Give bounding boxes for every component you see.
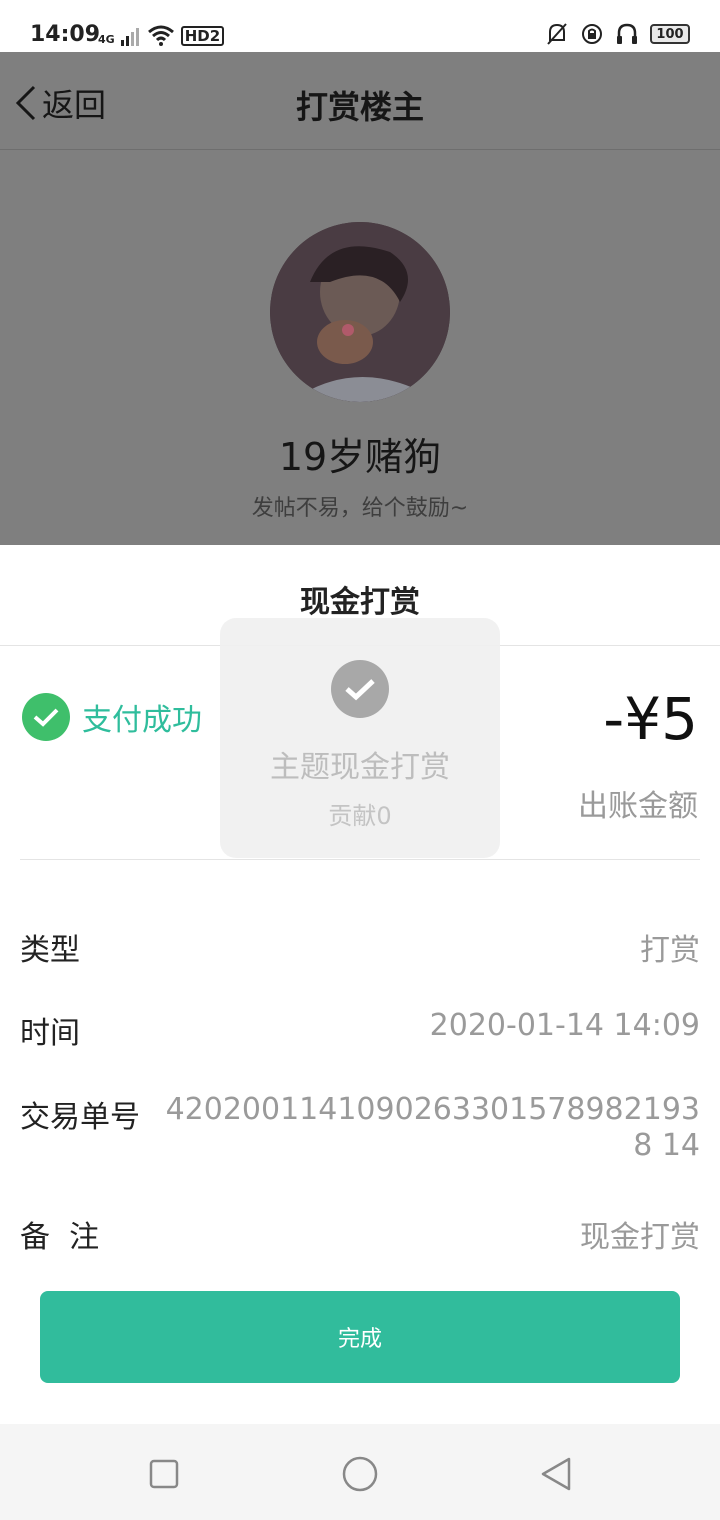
detail-row-remark: 备 注 现金打赏 [20, 1212, 700, 1256]
check-circle-icon [331, 660, 389, 718]
signal-icon [120, 28, 139, 46]
wifi-icon [147, 25, 174, 46]
detail-row-order-number: 交易单号 42020011410902633015789821938 14 [20, 1092, 700, 1164]
detail-row-time: 时间 2020-01-14 14:09 [20, 1008, 700, 1052]
check-circle-icon [22, 693, 70, 741]
row-label: 时间 [20, 1016, 80, 1051]
network-type: 4G [98, 33, 115, 46]
recent-apps-button[interactable] [144, 1454, 184, 1494]
done-button[interactable]: 完成 [40, 1291, 680, 1383]
toast: 主题现金打赏 贡献0 [220, 618, 500, 858]
row-label: 类型 [20, 933, 80, 968]
top-nav-bar: 返回 打赏楼主 [0, 52, 720, 150]
row-value[interactable]: 42020011410902633015789821938 14 [160, 1092, 700, 1164]
back-nav-button[interactable] [536, 1454, 576, 1494]
system-nav-bar [0, 1424, 720, 1520]
status-right-group: 100 [546, 22, 690, 46]
detail-row-type: 类型 打赏 [20, 925, 700, 969]
home-button[interactable] [340, 1454, 380, 1494]
row-label: 备 注 [20, 1220, 100, 1255]
amount-label: 出账金额 [578, 789, 698, 824]
row-value: 2020-01-14 14:09 [429, 1008, 700, 1043]
status-text: 支付成功 [82, 703, 202, 738]
status-signal-group: 4G HD2 [98, 24, 225, 46]
row-value: 打赏 [640, 933, 700, 968]
square-icon [149, 1459, 179, 1489]
dimmed-overlay: 返回 打赏楼主 19岁赌狗 发帖不易，给个鼓励~ [0, 52, 720, 545]
circle-icon [342, 1456, 378, 1492]
tagline: 发帖不易，给个鼓励~ [251, 496, 469, 521]
avatar[interactable] [270, 222, 450, 402]
battery-indicator: 100 [650, 24, 690, 44]
payment-status: 支付成功 [22, 693, 202, 741]
status-bar: 14:09 4G HD2 100 [0, 0, 720, 52]
headphones-icon [617, 23, 637, 44]
page-title: 打赏楼主 [295, 88, 424, 126]
row-label: 交易单号 [20, 1100, 140, 1135]
username: 19岁赌狗 [278, 435, 442, 479]
hd-badge: HD2 [180, 26, 225, 46]
mute-bell-icon [547, 23, 567, 45]
divider [20, 859, 700, 860]
rotation-lock-icon [582, 24, 602, 44]
avatar-photo [270, 222, 450, 402]
triangle-back-icon [541, 1457, 571, 1491]
status-time: 14:09 [30, 22, 101, 47]
toast-subtitle: 贡献0 [328, 802, 392, 830]
amount-value: -¥5 [603, 685, 698, 753]
toast-title: 主题现金打赏 [270, 750, 450, 785]
sheet-title: 现金打赏 [300, 585, 420, 620]
row-value: 现金打赏 [580, 1220, 700, 1255]
